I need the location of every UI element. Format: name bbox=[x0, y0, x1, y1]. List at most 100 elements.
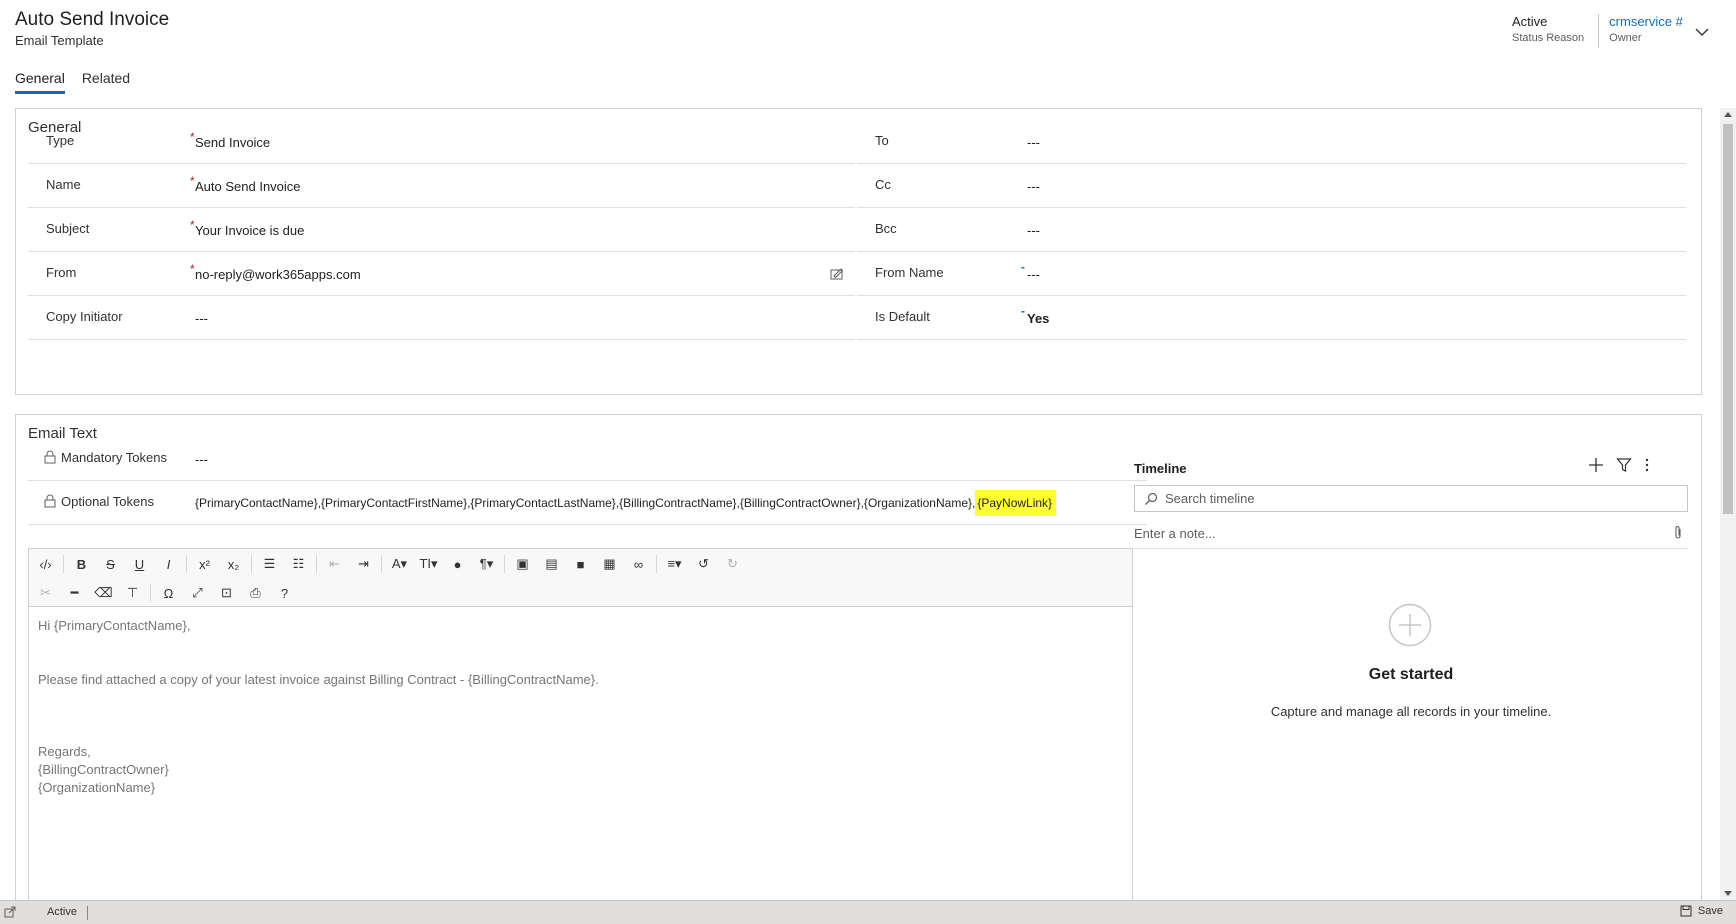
name-value[interactable]: Auto Send Invoice bbox=[195, 179, 301, 194]
file-button[interactable]: ▤ bbox=[537, 552, 566, 576]
video-button[interactable]: ■ bbox=[566, 552, 595, 576]
superscript-button[interactable]: x² bbox=[190, 552, 219, 576]
page-scrollbar[interactable] bbox=[1720, 108, 1736, 900]
increase-indent-button[interactable]: ⇥ bbox=[349, 552, 378, 576]
email-body-content[interactable]: Hi {PrimaryContactName}, Please find atta… bbox=[29, 607, 1132, 807]
bcc-value[interactable]: --- bbox=[1027, 223, 1040, 238]
image-button[interactable]: ▣ bbox=[508, 552, 537, 576]
add-icon[interactable] bbox=[1588, 457, 1604, 473]
source-button[interactable]: ‹/› bbox=[31, 552, 60, 576]
redo-button[interactable]: ↻ bbox=[718, 552, 747, 576]
fullscreen-button[interactable]: ⤢ bbox=[183, 581, 212, 605]
field-label: Type bbox=[46, 133, 75, 148]
page-subtitle: Email Template bbox=[15, 33, 104, 48]
from-name-value[interactable]: --- bbox=[1027, 267, 1040, 282]
cut-button[interactable]: ✂ bbox=[31, 581, 60, 605]
scroll-down-arrow[interactable] bbox=[1724, 891, 1732, 896]
cc-value[interactable]: --- bbox=[1027, 179, 1040, 194]
from-value[interactable]: no-reply@work365apps.com bbox=[195, 267, 361, 282]
field-label: Bcc bbox=[875, 221, 897, 236]
field-label: To bbox=[875, 133, 889, 148]
select-all-button[interactable]: ⊡ bbox=[212, 581, 241, 605]
more-options-icon[interactable] bbox=[1644, 457, 1650, 473]
field-mandatory-tokens: Mandatory Tokens --- bbox=[28, 437, 1147, 481]
field-label: Copy Initiator bbox=[46, 309, 123, 324]
email-body-line: {BillingContractOwner} bbox=[38, 762, 169, 777]
record-status: Active bbox=[47, 906, 77, 918]
italic-button[interactable]: I bbox=[154, 552, 183, 576]
format-painter-button[interactable]: ⊤ bbox=[118, 581, 147, 605]
subject-value[interactable]: Your Invoice is due bbox=[195, 223, 304, 238]
email-body-editor: ‹/› B S U Ix² x₂ ☰ ☷ ⇤ ⇥ A▾ TI▾ ● ¶▾ ▣ ▤ ■ ▦ ∞ ≡▾ ↺ ↻ ✂ ━ ⌫ ⊤ Ω ⤢ ⊡… bbox=[28, 548, 1133, 908]
table-button[interactable]: ▦ bbox=[595, 552, 624, 576]
email-body-line: Hi {PrimaryContactName}, bbox=[38, 618, 191, 633]
strikethrough-button[interactable]: S bbox=[96, 552, 125, 576]
copy-initiator-value[interactable]: --- bbox=[195, 311, 208, 326]
font-color-button[interactable]: A▾ bbox=[385, 552, 414, 576]
field-from: From * no-reply@work365apps.com bbox=[28, 252, 855, 296]
chevron-down-icon[interactable] bbox=[1694, 24, 1710, 40]
filter-icon[interactable] bbox=[1616, 457, 1632, 473]
page-title: Auto Send Invoice bbox=[15, 9, 170, 30]
highlight-button[interactable]: ● bbox=[443, 552, 472, 576]
font-size-button[interactable]: TI▾ bbox=[414, 552, 443, 576]
email-body-line bbox=[38, 725, 1123, 743]
subscript-button[interactable]: x₂ bbox=[219, 552, 248, 576]
timeline-note-input[interactable]: Enter a note... bbox=[1134, 519, 1688, 549]
field-subject: Subject * Your Invoice is due bbox=[28, 208, 855, 252]
align-button[interactable]: ≡▾ bbox=[660, 552, 689, 576]
timeline-search bbox=[1134, 485, 1688, 512]
type-value[interactable]: Send Invoice bbox=[195, 135, 270, 150]
paragraph-button[interactable]: ¶▾ bbox=[472, 552, 501, 576]
field-label: Name bbox=[46, 177, 81, 192]
field-name: Name * Auto Send Invoice bbox=[28, 164, 855, 208]
owner-link[interactable]: crmservice # bbox=[1609, 14, 1683, 29]
special-char-button[interactable]: Ω bbox=[154, 581, 183, 605]
owner-field[interactable]: crmservice # Owner bbox=[1609, 14, 1693, 48]
field-label: Cc bbox=[875, 177, 891, 192]
help-button[interactable]: ? bbox=[270, 581, 299, 605]
timeline-actions bbox=[1588, 457, 1650, 473]
search-icon bbox=[1145, 492, 1158, 505]
tab-related[interactable]: Related bbox=[82, 70, 130, 94]
email-body-line: {OrganizationName} bbox=[38, 780, 156, 795]
bulleted-list-button[interactable]: ☰ bbox=[255, 552, 284, 576]
owner-label: Owner bbox=[1609, 32, 1642, 44]
email-body-line bbox=[38, 635, 1123, 653]
header-divider bbox=[1598, 14, 1600, 48]
scroll-thumb[interactable] bbox=[1723, 124, 1733, 514]
editor-toolbar: ‹/› B S U Ix² x₂ ☰ ☷ ⇤ ⇥ A▾ TI▾ ● ¶▾ ▣ ▤ ■ ▦ ∞ ≡▾ ↺ ↻ ✂ ━ ⌫ ⊤ Ω ⤢ ⊡… bbox=[29, 549, 1132, 607]
toolbar-row-1: ‹/› B S U Ix² x₂ ☰ ☷ ⇤ ⇥ A▾ TI▾ ● ¶▾ ▣ ▤ ■ ▦ ∞ ≡▾ ↺ ↻ bbox=[31, 552, 747, 576]
clear-format-button[interactable]: ⌫ bbox=[89, 581, 118, 605]
decrease-indent-button[interactable]: ⇤ bbox=[320, 552, 349, 576]
timeline-empty-caption: Capture and manage all records in your t… bbox=[1270, 704, 1552, 719]
field-label: Is Default bbox=[875, 309, 930, 324]
toolbar-separator bbox=[251, 555, 252, 573]
general-section: General Type * Send Invoice Name * Auto … bbox=[15, 108, 1702, 395]
bold-button[interactable]: B bbox=[67, 552, 96, 576]
required-indicator: * bbox=[190, 130, 195, 144]
toolbar-separator bbox=[381, 555, 382, 573]
horizontal-line-button[interactable]: ━ bbox=[60, 581, 89, 605]
print-button[interactable]: ⎙ bbox=[241, 581, 270, 605]
save-button[interactable]: Save bbox=[1680, 905, 1723, 917]
compose-icon[interactable] bbox=[830, 267, 844, 281]
undo-button[interactable]: ↺ bbox=[689, 552, 718, 576]
field-type: Type * Send Invoice bbox=[28, 120, 855, 164]
to-value[interactable]: --- bbox=[1027, 135, 1040, 150]
numbered-list-button[interactable]: ☷ bbox=[284, 552, 313, 576]
optional-tokens-value: {PrimaryContactName},{PrimaryContactFirs… bbox=[195, 490, 1057, 516]
toolbar-separator bbox=[150, 584, 151, 602]
tab-list: General Related bbox=[15, 70, 130, 94]
timeline-search-input[interactable] bbox=[1135, 486, 1687, 511]
open-in-new-window-icon[interactable] bbox=[4, 906, 16, 918]
scroll-up-arrow[interactable] bbox=[1724, 112, 1732, 117]
save-icon bbox=[1680, 905, 1692, 917]
is-default-value[interactable]: Yes bbox=[1027, 311, 1049, 326]
underline-button[interactable]: U bbox=[125, 552, 154, 576]
attachment-icon[interactable] bbox=[1672, 525, 1684, 541]
tab-general[interactable]: General bbox=[15, 70, 65, 94]
email-body-line bbox=[38, 707, 1123, 725]
save-label: Save bbox=[1697, 905, 1723, 917]
link-button[interactable]: ∞ bbox=[624, 552, 653, 576]
